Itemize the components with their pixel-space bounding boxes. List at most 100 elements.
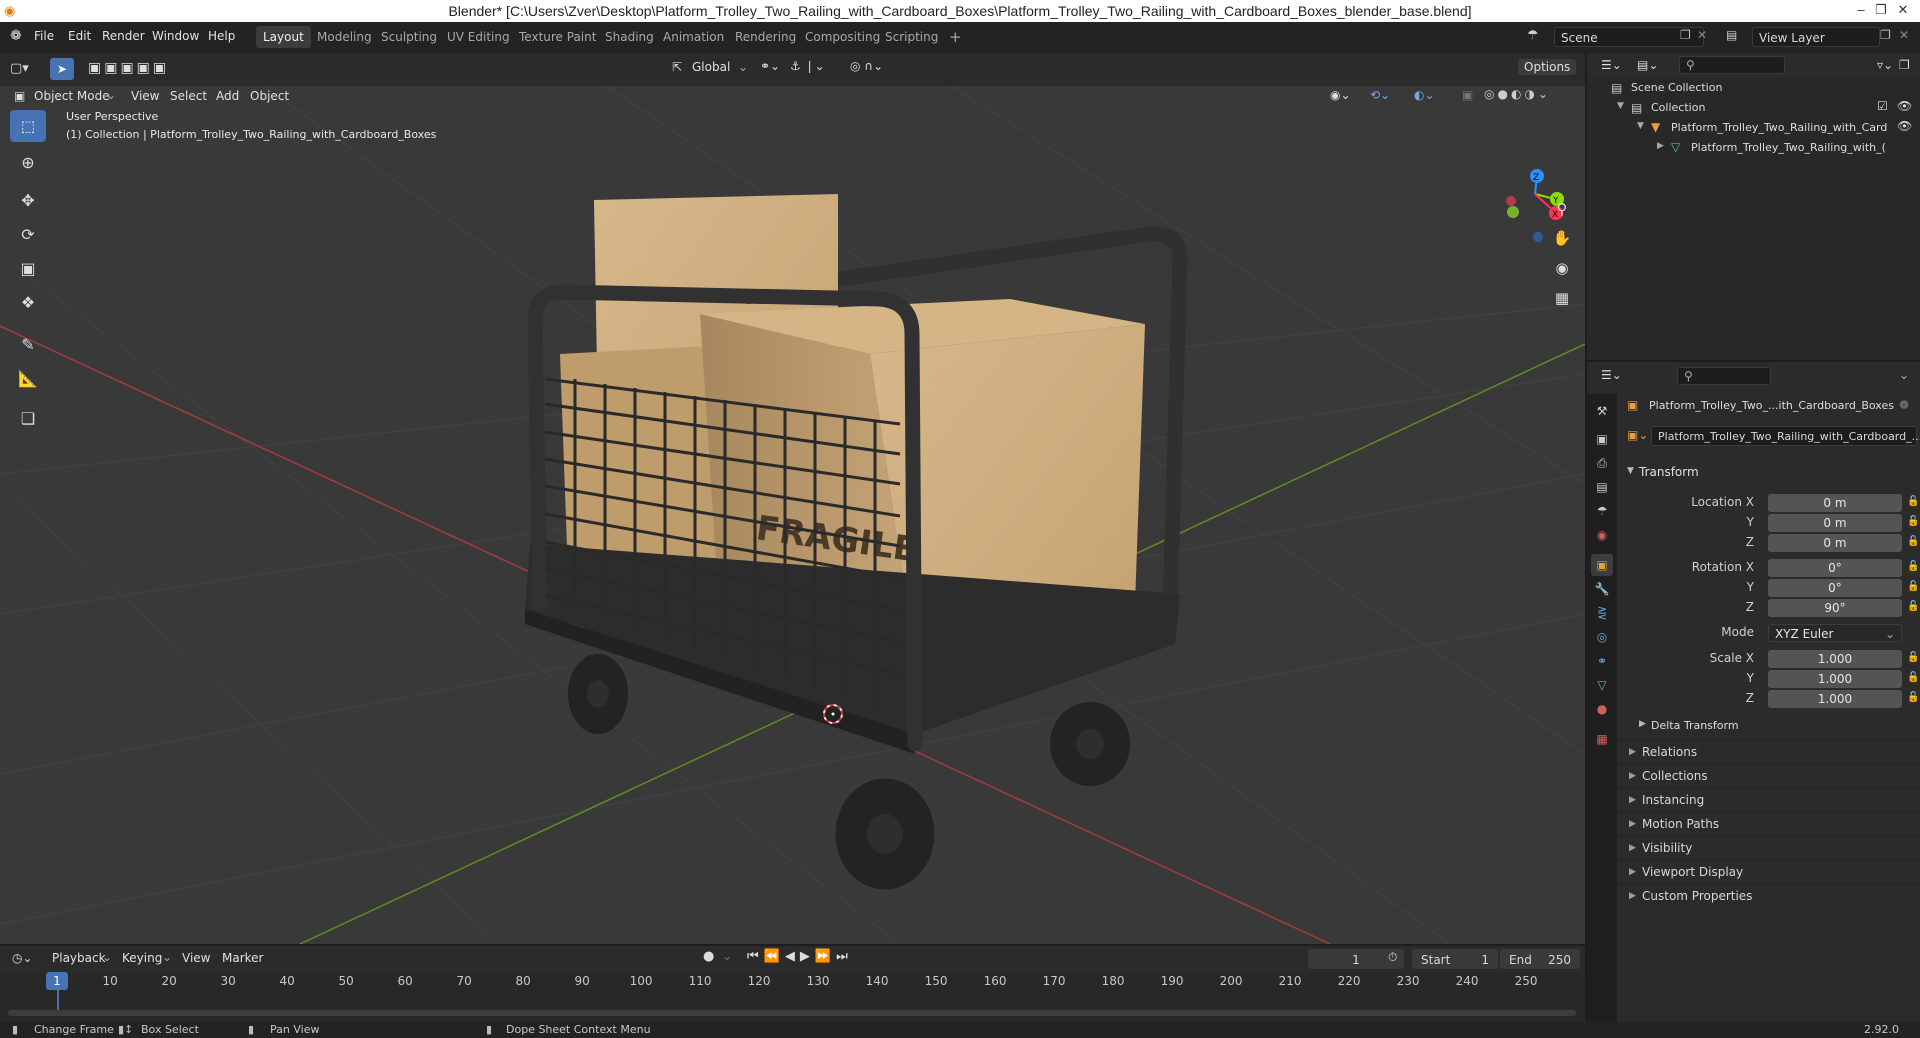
tab-output[interactable]: ⎙ xyxy=(1591,452,1613,474)
lock-icon[interactable]: 🔓 xyxy=(1907,581,1919,592)
tab-modeling[interactable]: Modeling xyxy=(310,26,379,48)
rotation-mode-dropdown[interactable]: XYZ Euler ⌄ xyxy=(1768,624,1902,642)
3d-viewport[interactable]: FRAGILE FRAGILE ▣ Object Mode ⌄ View Sel… xyxy=(0,54,1585,944)
outliner-editor-type-icon[interactable]: ☰⌄ xyxy=(1601,58,1622,72)
new-view-layer-icon[interactable]: ❐ xyxy=(1880,28,1891,42)
tab-texture[interactable]: ▦ xyxy=(1591,728,1613,750)
tab-world[interactable]: ◉ xyxy=(1591,524,1613,546)
delete-scene-icon[interactable]: ✕ xyxy=(1697,28,1707,42)
scale-y-field[interactable]: 1.000 xyxy=(1768,670,1902,688)
rotate-tool[interactable]: ⟳ xyxy=(10,218,46,250)
close-button[interactable]: ✕ xyxy=(1886,0,1920,22)
location-z-field[interactable]: 0 m xyxy=(1768,534,1902,552)
filter-icon[interactable]: ▿⌄ xyxy=(1877,58,1893,72)
timeline-scrollbar[interactable] xyxy=(8,1010,1576,1016)
select-mode-icons[interactable]: ▣▣▣▣▣ xyxy=(88,60,169,76)
lock-icon[interactable]: 🔓 xyxy=(1907,496,1919,507)
scale-tool[interactable]: ▣ xyxy=(10,252,46,284)
tab-render[interactable]: ▣ xyxy=(1591,428,1613,450)
viewport-scene[interactable]: FRAGILE FRAGILE xyxy=(0,54,1585,944)
zoom-button[interactable]: ⚲ xyxy=(1547,195,1577,223)
tab-scripting[interactable]: Scripting xyxy=(878,26,945,48)
outliner-row-collection[interactable]: ▼ ▤ Collection ☑ 👁 xyxy=(1587,98,1920,118)
scale-z-field[interactable]: 1.000 xyxy=(1768,690,1902,708)
cursor-tool[interactable]: ⊕ xyxy=(10,146,46,178)
outliner-row-mesh[interactable]: ▶ ▽ Platform_Trolley_Two_Railing_with_( xyxy=(1587,138,1920,158)
lock-icon[interactable]: 🔓 xyxy=(1907,601,1919,612)
scale-x-field[interactable]: 1.000 xyxy=(1768,650,1902,668)
snap-icon[interactable]: ⚓ ❘⌄ xyxy=(790,59,825,73)
menu-edit[interactable]: Edit xyxy=(68,29,91,43)
visibility-panel[interactable]: ▶ Visibility xyxy=(1617,836,1920,859)
tab-view-layer[interactable]: ▤ xyxy=(1591,476,1613,498)
lock-icon[interactable]: 🔓 xyxy=(1907,652,1919,663)
delta-transform-subpanel[interactable]: ▶ Delta Transform xyxy=(1617,716,1920,736)
add-cube-tool[interactable]: ❏ xyxy=(10,402,46,434)
tab-sculpting[interactable]: Sculpting xyxy=(374,26,444,48)
tab-particles[interactable]: ⋛ xyxy=(1591,602,1613,624)
visibility-icon[interactable]: ◉⌄ xyxy=(1330,88,1351,102)
overlays-icon[interactable]: ◐⌄ xyxy=(1414,88,1435,102)
tab-compositing[interactable]: Compositing xyxy=(798,26,887,48)
view-layer-field[interactable]: View Layer xyxy=(1752,27,1880,47)
xray-icon[interactable]: ▣ xyxy=(1462,88,1473,102)
tab-constraints[interactable]: ⚭ xyxy=(1591,650,1613,672)
pivot-point-icon[interactable]: ⚭⌄ xyxy=(760,59,780,73)
ortho-toggle-button[interactable]: ▦ xyxy=(1547,284,1577,312)
delete-view-layer-icon[interactable]: ✕ xyxy=(1899,28,1909,42)
instancing-panel[interactable]: ▶ Instancing xyxy=(1617,788,1920,811)
relations-panel[interactable]: ▶ Relations xyxy=(1617,740,1920,763)
orientation-icon[interactable]: ⇱ xyxy=(672,60,682,74)
options-button[interactable]: Options xyxy=(1518,59,1577,75)
lock-icon[interactable]: 🔓 xyxy=(1907,516,1919,527)
tab-data[interactable]: ▽ xyxy=(1591,674,1613,696)
lock-icon[interactable]: 🔓 xyxy=(1907,561,1919,572)
tab-uv-editing[interactable]: UV Editing xyxy=(440,26,517,48)
rotation-z-field[interactable]: 90° xyxy=(1768,599,1902,617)
eye-icon[interactable]: 👁 xyxy=(1897,99,1912,113)
annotate-tool[interactable]: ✎ xyxy=(10,328,46,360)
lock-icon[interactable]: 🔓 xyxy=(1907,536,1919,547)
display-mode-icon[interactable]: ▤⌄ xyxy=(1637,58,1658,72)
tab-animation[interactable]: Animation xyxy=(656,26,731,48)
object-mode-dropdown[interactable]: Object Mode xyxy=(34,89,110,103)
expand-arrow-icon[interactable]: ▼ xyxy=(1637,121,1644,131)
gizmo-toggle-icon[interactable]: ⟲⌄ xyxy=(1370,88,1390,102)
new-scene-icon[interactable]: ❐ xyxy=(1680,28,1691,42)
new-collection-icon[interactable]: ❐ xyxy=(1899,58,1910,72)
tab-shading[interactable]: Shading xyxy=(598,26,661,48)
camera-view-button[interactable]: ◉ xyxy=(1547,254,1577,282)
tab-scene[interactable]: ☂ xyxy=(1591,500,1613,522)
transform-tool[interactable]: ❖ xyxy=(10,286,46,318)
shading-mode-icons[interactable]: ◎●◐◑⌄ xyxy=(1484,87,1551,101)
outliner-search-input[interactable]: ⚲ xyxy=(1679,56,1785,74)
lock-icon[interactable]: 🔓 xyxy=(1907,672,1919,683)
tab-material[interactable]: ● xyxy=(1591,698,1613,720)
motion-paths-panel[interactable]: ▶ Motion Paths xyxy=(1617,812,1920,835)
tab-texture-paint[interactable]: Texture Paint xyxy=(512,26,603,48)
tab-tool[interactable]: ⚒ xyxy=(1591,400,1613,422)
viewport-menu-select[interactable]: Select xyxy=(170,89,207,103)
menu-file[interactable]: File xyxy=(34,29,54,43)
location-y-field[interactable]: 0 m xyxy=(1768,514,1902,532)
location-x-field[interactable]: 0 m xyxy=(1768,494,1902,512)
rotation-y-field[interactable]: 0° xyxy=(1768,579,1902,597)
tab-physics[interactable]: ◎ xyxy=(1591,626,1613,648)
viewport-display-panel[interactable]: ▶ Viewport Display xyxy=(1617,860,1920,883)
expand-arrow-icon[interactable]: ▶ xyxy=(1657,141,1664,151)
menu-window[interactable]: Window xyxy=(152,29,199,43)
eye-icon[interactable]: 👁 xyxy=(1897,119,1912,133)
tab-modifiers[interactable]: 🔧 xyxy=(1591,578,1613,600)
menu-help[interactable]: Help xyxy=(208,29,235,43)
proportional-edit-icon[interactable]: ◎ ∩⌄ xyxy=(850,59,883,73)
menu-render[interactable]: Render xyxy=(102,29,145,43)
lock-icon[interactable]: 🔓 xyxy=(1907,692,1919,703)
checkbox-icon[interactable]: ☑ xyxy=(1877,99,1888,113)
pan-button[interactable]: ✋ xyxy=(1547,224,1577,252)
outliner-row-scene-collection[interactable]: ▤ Scene Collection xyxy=(1587,78,1920,98)
custom-properties-panel[interactable]: ▶ Custom Properties xyxy=(1617,884,1920,907)
view-layer-icon[interactable]: ▤ xyxy=(1726,28,1737,42)
collections-panel[interactable]: ▶ Collections xyxy=(1617,764,1920,787)
viewport-menu-add[interactable]: Add xyxy=(216,89,239,103)
orientation-dropdown[interactable]: Global xyxy=(692,60,730,74)
